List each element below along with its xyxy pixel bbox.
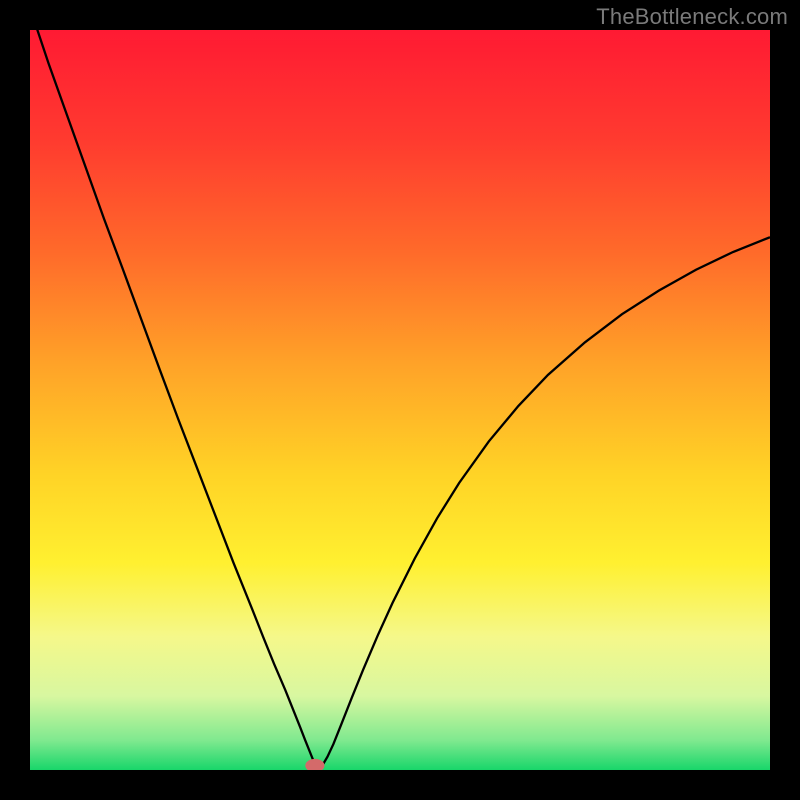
chart-svg — [30, 30, 770, 770]
watermark-text: TheBottleneck.com — [596, 4, 788, 30]
plot-area — [30, 30, 770, 770]
chart-frame: TheBottleneck.com — [0, 0, 800, 800]
gradient-background — [30, 30, 770, 770]
